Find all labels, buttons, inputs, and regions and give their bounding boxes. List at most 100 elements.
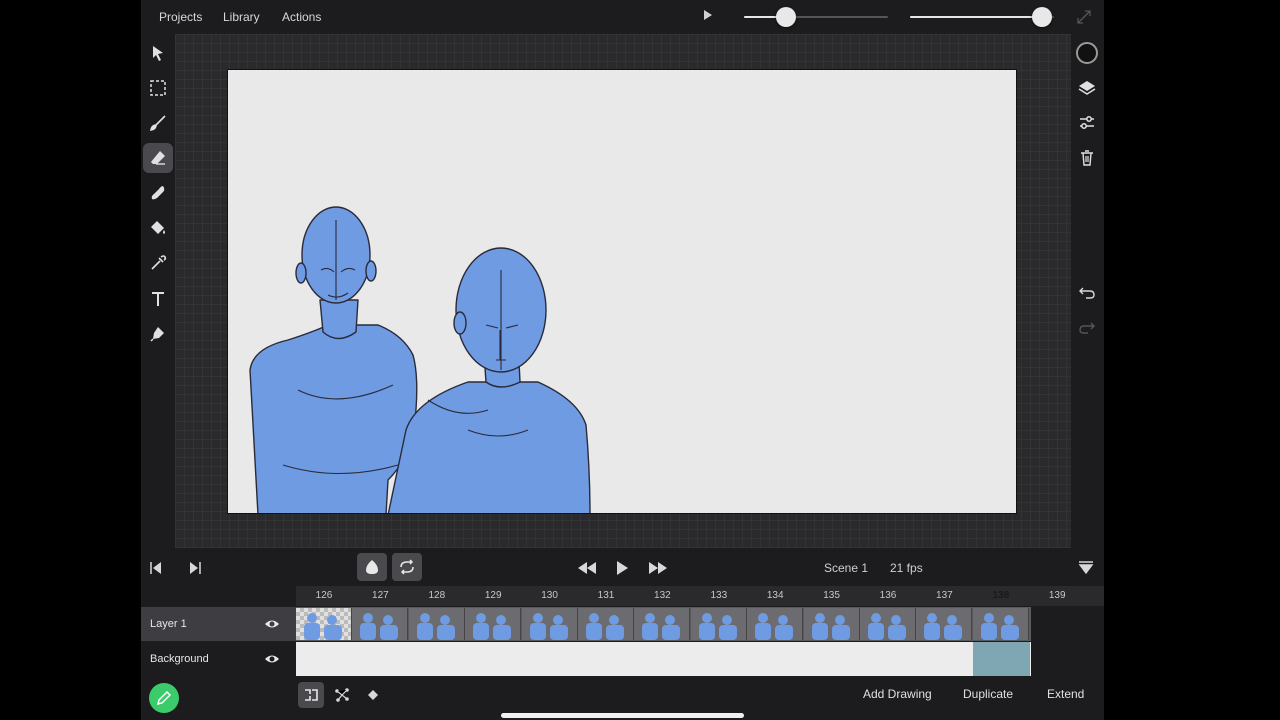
brush-tool[interactable]	[143, 108, 173, 138]
redo-icon	[1079, 322, 1095, 334]
keyframe-tool[interactable]	[360, 682, 386, 708]
layer-row-layer-1[interactable]: Layer 1	[141, 607, 1104, 641]
layer-row-background[interactable]: Background	[141, 642, 1104, 676]
smudge-tool[interactable]	[143, 178, 173, 208]
magnet-icon	[305, 689, 318, 701]
eyedropper-tool[interactable]	[143, 248, 173, 278]
rewind-button[interactable]	[575, 558, 599, 578]
delete-tool[interactable]	[1072, 143, 1102, 173]
frame-tick[interactable]: 130	[541, 590, 558, 601]
layers-icon	[1078, 81, 1096, 95]
frame-tick[interactable]: 139	[1049, 590, 1066, 601]
onion-skin-toggle[interactable]	[357, 553, 387, 581]
sliders-icon	[1080, 116, 1094, 129]
frame-thumbnail[interactable]	[803, 608, 860, 640]
frame-thumbnail[interactable]	[860, 608, 916, 640]
collapse-timeline-button[interactable]	[1076, 558, 1096, 578]
frame-thumbnail-figures	[811, 613, 850, 640]
figure-left-neck	[319, 299, 359, 340]
eraser-tool[interactable]	[143, 143, 173, 173]
layers-tool[interactable]	[1072, 73, 1102, 103]
frame-tick[interactable]: 136	[880, 590, 897, 601]
pen-icon	[150, 327, 164, 342]
frame-tick[interactable]: 138	[992, 590, 1009, 601]
undo-button[interactable]	[1072, 278, 1102, 308]
frame-tick[interactable]: 131	[598, 590, 615, 601]
frame-thumbnail-figures	[360, 613, 399, 640]
drawing-canvas[interactable]	[227, 69, 1017, 514]
frame-thumbnail[interactable]	[972, 608, 1029, 640]
play-button[interactable]	[612, 558, 632, 578]
scene-label[interactable]: Scene 1	[824, 561, 868, 575]
frame-tick[interactable]: 126	[316, 590, 333, 601]
figure-left-body	[249, 324, 418, 513]
frame-tick[interactable]: 137	[936, 590, 953, 601]
frame-thumbnail[interactable]	[690, 608, 747, 640]
fast-forward-button[interactable]	[646, 558, 670, 578]
add-drawing-button[interactable]: Add Drawing	[863, 687, 932, 701]
draw-mode-button[interactable]	[149, 683, 179, 713]
frame-tick[interactable]: 135	[823, 590, 840, 601]
opacity-slider[interactable]	[910, 7, 1054, 27]
home-indicator[interactable]	[501, 713, 744, 718]
eye-icon[interactable]	[264, 617, 280, 631]
frame-tick[interactable]: 128	[428, 590, 445, 601]
marquee-select-tool[interactable]	[143, 73, 173, 103]
frame-thumbnail[interactable]	[465, 608, 522, 640]
diamond-icon	[368, 690, 378, 700]
eye-icon[interactable]	[264, 652, 280, 666]
pen-tool[interactable]	[143, 319, 173, 349]
next-frame-button[interactable]	[184, 558, 204, 578]
canvas-drawing	[249, 206, 591, 513]
smudge-icon	[151, 186, 165, 200]
frame-thumbnail[interactable]	[916, 608, 973, 640]
brush-icon	[149, 115, 166, 132]
frame-tick[interactable]: 132	[654, 590, 671, 601]
extend-button[interactable]: Extend	[1047, 687, 1084, 701]
layer-1-frames[interactable]	[296, 607, 1031, 641]
animation-app: Projects Library Actions Scene 1 21 fps …	[141, 0, 1104, 720]
background-current-frame	[973, 642, 1030, 676]
frame-thumbnail[interactable]	[352, 608, 409, 640]
color-picker-swatch[interactable]	[1076, 42, 1098, 64]
frame-thumbnail[interactable]	[521, 608, 578, 640]
frame-thumbnail-figures	[304, 613, 342, 640]
brush-size-slider[interactable]	[744, 7, 888, 27]
menu-projects[interactable]: Projects	[159, 10, 202, 24]
frame-thumbnail-figures	[473, 613, 512, 640]
frame-thumbnail[interactable]	[408, 608, 465, 640]
fps-label[interactable]: 21 fps	[890, 561, 923, 575]
preview-play-icon[interactable]	[704, 10, 712, 20]
background-frames[interactable]	[296, 642, 1031, 676]
menu-actions[interactable]: Actions	[282, 10, 321, 24]
prev-frame-button[interactable]	[147, 558, 167, 578]
fullscreen-icon[interactable]	[1077, 10, 1091, 24]
frame-thumbnail-figures	[586, 613, 624, 640]
fill-bucket-tool[interactable]	[143, 213, 173, 243]
frame-thumbnail[interactable]	[578, 608, 634, 640]
frame-thumbnail[interactable]	[634, 608, 691, 640]
eraser-icon	[151, 151, 165, 165]
opacity-thumb[interactable]	[1032, 7, 1053, 27]
frame-thumbnail[interactable]	[747, 608, 804, 640]
selection-arrow-tool[interactable]	[143, 38, 173, 68]
redo-button[interactable]	[1072, 313, 1102, 343]
text-tool[interactable]	[143, 284, 173, 314]
frame-tick[interactable]: 134	[767, 590, 784, 601]
frame-tick[interactable]: 129	[485, 590, 502, 601]
duplicate-button[interactable]: Duplicate	[963, 687, 1013, 701]
frame-ruler[interactable]: 126 127 128 129 130 131 132 133 134 135 136 137 138 1…	[296, 586, 1104, 606]
bottom-toolbar: Add Drawing Duplicate Extend	[141, 677, 1104, 720]
frame-tick[interactable]: 133	[710, 590, 727, 601]
brush-size-thumb[interactable]	[775, 7, 796, 27]
rewind-icon	[578, 562, 596, 574]
frame-snap-tool[interactable]	[298, 682, 324, 708]
frame-thumbnail-figures	[529, 613, 568, 640]
frame-tick[interactable]: 127	[372, 590, 389, 601]
loop-toggle[interactable]	[392, 553, 422, 581]
figure-left-ear-left	[295, 262, 307, 284]
frame-thumbnail[interactable]	[296, 608, 352, 640]
adjustments-tool[interactable]	[1072, 108, 1102, 138]
menu-library[interactable]: Library	[223, 10, 260, 24]
motion-path-tool[interactable]	[329, 682, 355, 708]
